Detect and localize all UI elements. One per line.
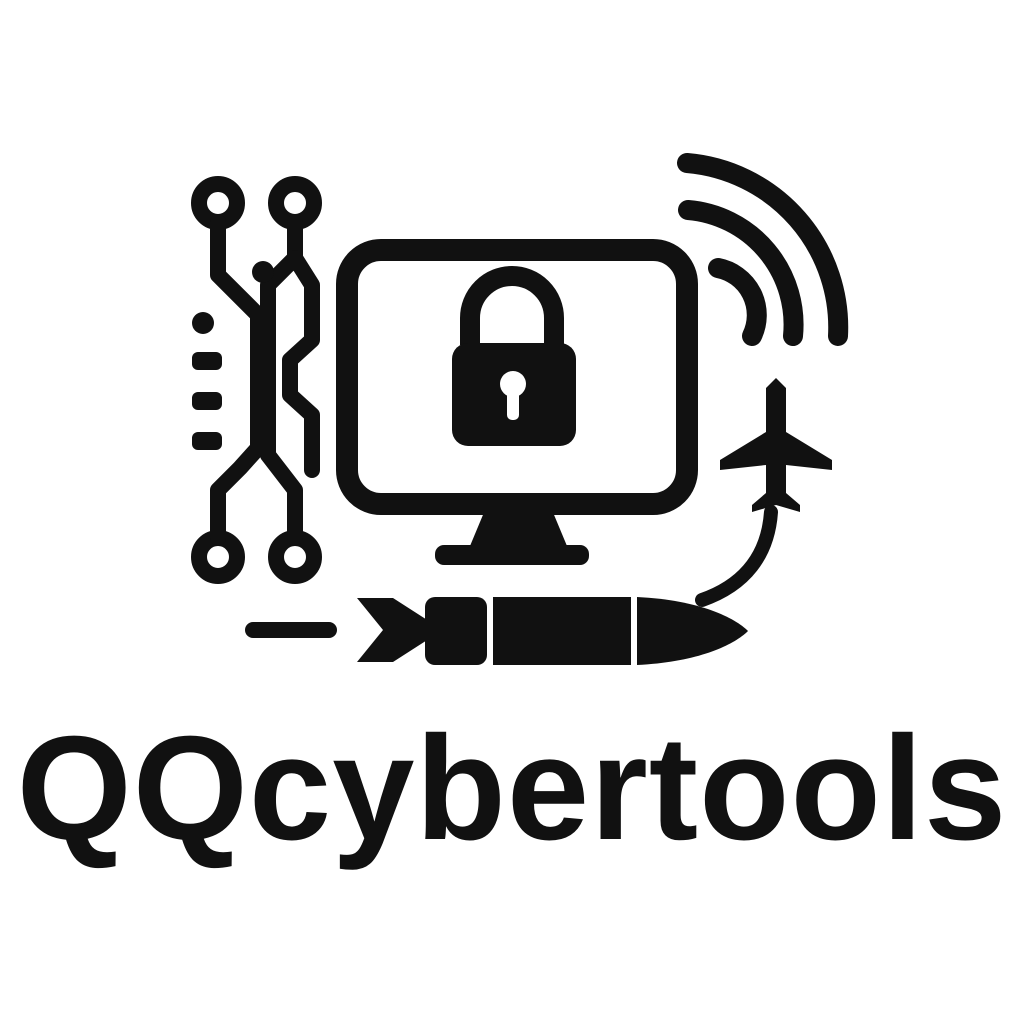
- airplane-icon: [695, 378, 832, 607]
- padlock-icon: [452, 266, 576, 446]
- missile-icon: [245, 597, 748, 665]
- circuit-traces-icon: [191, 176, 322, 584]
- brand-wordmark: QQcybertools: [16, 706, 1008, 871]
- signal-waves-icon: [677, 153, 849, 346]
